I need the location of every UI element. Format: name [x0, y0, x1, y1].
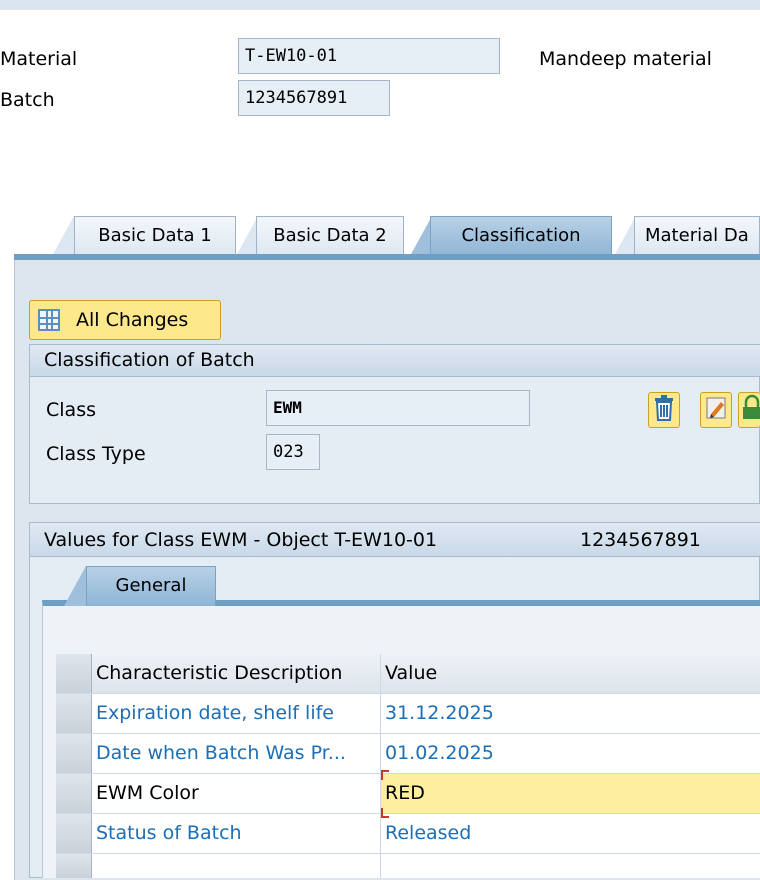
- material-description: Mandeep material: [539, 48, 712, 70]
- class-label: Class: [46, 399, 96, 421]
- edit-button[interactable]: [700, 392, 732, 428]
- tab-basic-data-1[interactable]: Basic Data 1: [74, 216, 236, 256]
- values-title: Values for Class EWM - Object T-EW10-01 …: [30, 523, 760, 557]
- select-all-cell[interactable]: [56, 654, 92, 693]
- characteristic-description: Expiration date, shelf life: [92, 694, 381, 733]
- characteristic-value[interactable]: Released: [381, 814, 760, 853]
- tab-material-data[interactable]: Material Da: [634, 216, 760, 256]
- characteristic-value-input[interactable]: RED: [381, 774, 760, 813]
- batch-field[interactable]: 1234567891: [238, 80, 390, 116]
- material-label: Material: [0, 48, 78, 70]
- characteristic-description: Date when Batch Was Pr...: [92, 734, 381, 773]
- batch-label: Batch: [0, 89, 55, 111]
- class-field[interactable]: EWM: [266, 390, 530, 426]
- values-title-batch: 1234567891: [580, 529, 701, 551]
- table-header-row: Characteristic Description Value: [56, 654, 760, 694]
- table-row: EWM Color RED: [56, 770, 760, 818]
- values-title-text: Values for Class EWM - Object T-EW10-01: [44, 529, 438, 551]
- row-selector[interactable]: [56, 694, 92, 733]
- row-selector[interactable]: [56, 814, 92, 853]
- material-field[interactable]: T-EW10-01: [238, 38, 500, 74]
- table-row: Expiration date, shelf life 31.12.2025: [56, 694, 760, 734]
- lock-icon: [743, 394, 760, 419]
- delete-button[interactable]: [648, 392, 680, 428]
- classification-title: Classification of Batch: [30, 345, 760, 377]
- table-icon: [38, 309, 60, 331]
- row-selector[interactable]: [56, 854, 92, 878]
- table-row: Status of Batch Released: [56, 814, 760, 854]
- row-selector[interactable]: [56, 734, 92, 773]
- all-changes-button[interactable]: All Changes: [29, 300, 221, 340]
- empty-cell: [92, 854, 381, 878]
- column-header-description[interactable]: Characteristic Description: [92, 654, 381, 693]
- tab-basic-data-2[interactable]: Basic Data 2: [256, 216, 404, 256]
- trash-icon: [655, 395, 673, 421]
- characteristic-description: Status of Batch: [92, 814, 381, 853]
- class-type-label: Class Type: [46, 443, 146, 465]
- tabstrip-underline: [14, 254, 760, 260]
- tab-classification[interactable]: Classification: [430, 216, 612, 256]
- class-type-field[interactable]: 023: [266, 434, 320, 470]
- tab-general[interactable]: General: [86, 566, 216, 606]
- characteristic-value[interactable]: 01.02.2025: [381, 734, 760, 773]
- lock-button[interactable]: [738, 392, 760, 428]
- edit-icon: [706, 397, 726, 419]
- cursor-corner-top: [381, 770, 389, 780]
- table-row: Date when Batch Was Pr... 01.02.2025: [56, 734, 760, 774]
- all-changes-label: All Changes: [76, 309, 189, 331]
- table-row-empty: [56, 854, 760, 878]
- column-header-value[interactable]: Value: [381, 654, 760, 693]
- top-toolbar-strip: [0, 0, 760, 10]
- characteristic-value[interactable]: 31.12.2025: [381, 694, 760, 733]
- row-selector[interactable]: [56, 774, 92, 813]
- characteristic-description: EWM Color: [92, 774, 381, 813]
